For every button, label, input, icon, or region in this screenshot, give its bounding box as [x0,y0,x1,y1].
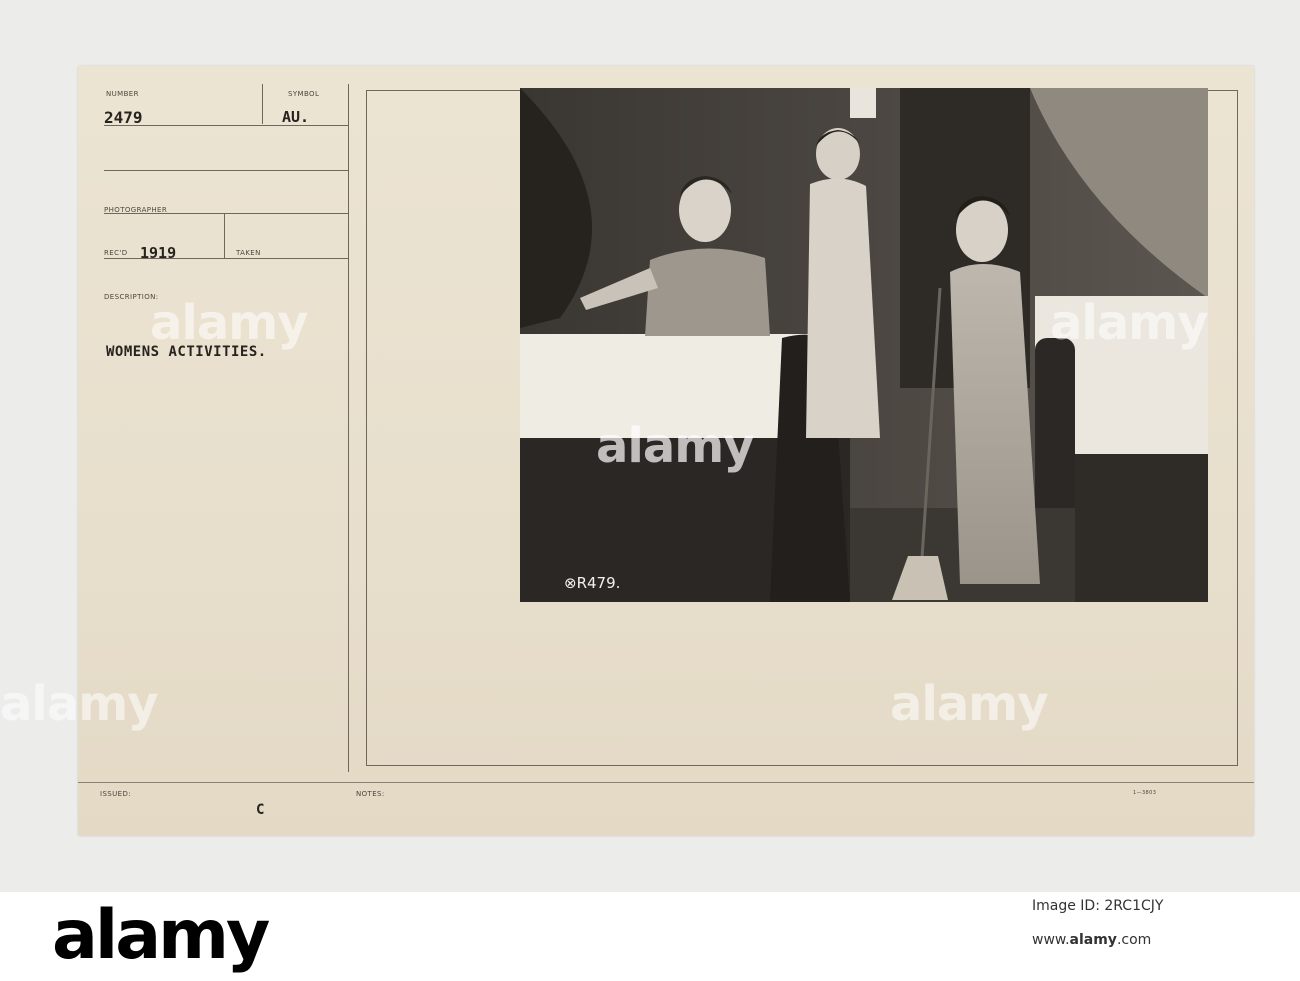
url-prefix: www. [1032,932,1070,948]
watermark-text: alamy [0,676,159,732]
symbol-value: AU. [282,108,310,126]
issued-label: ISSUED: [100,790,132,798]
field-rule [104,170,348,171]
negative-number: ⊗R479. [564,574,620,592]
watermark-text: alamy [890,676,1049,732]
woman-2-raised-hand [850,88,876,118]
form-code: 1—3803 [1133,790,1157,796]
taken-label: TAKEN [236,249,261,257]
number-value: 2479 [104,108,143,127]
photographer-label: PHOTOGRAPHER [104,206,168,214]
field-divider [262,84,263,124]
image-id: Image ID: 2RC1CJY [1032,898,1164,914]
notes-label: NOTES: [356,790,385,798]
field-divider [224,214,225,258]
woman-1-dress [645,248,770,336]
watermark-text: alamy [1050,295,1209,351]
watermark-text: alamy [596,418,755,474]
notes-rule [78,782,1254,783]
url-suffix: .com [1116,932,1152,948]
issued-mark: C [256,802,265,818]
watermark-text: alamy [150,295,309,351]
recd-label: REC'D [104,249,128,257]
footer-url[interactable]: www.alamy.com [1032,932,1151,948]
symbol-label: SYMBOL [288,90,320,98]
number-label: NUMBER [106,90,139,98]
card-column-divider [348,84,349,772]
url-domain: alamy [1069,932,1117,948]
seat-base-right [1075,454,1208,602]
recd-value: 1919 [140,244,177,262]
footer-logo: alamy [52,896,270,975]
